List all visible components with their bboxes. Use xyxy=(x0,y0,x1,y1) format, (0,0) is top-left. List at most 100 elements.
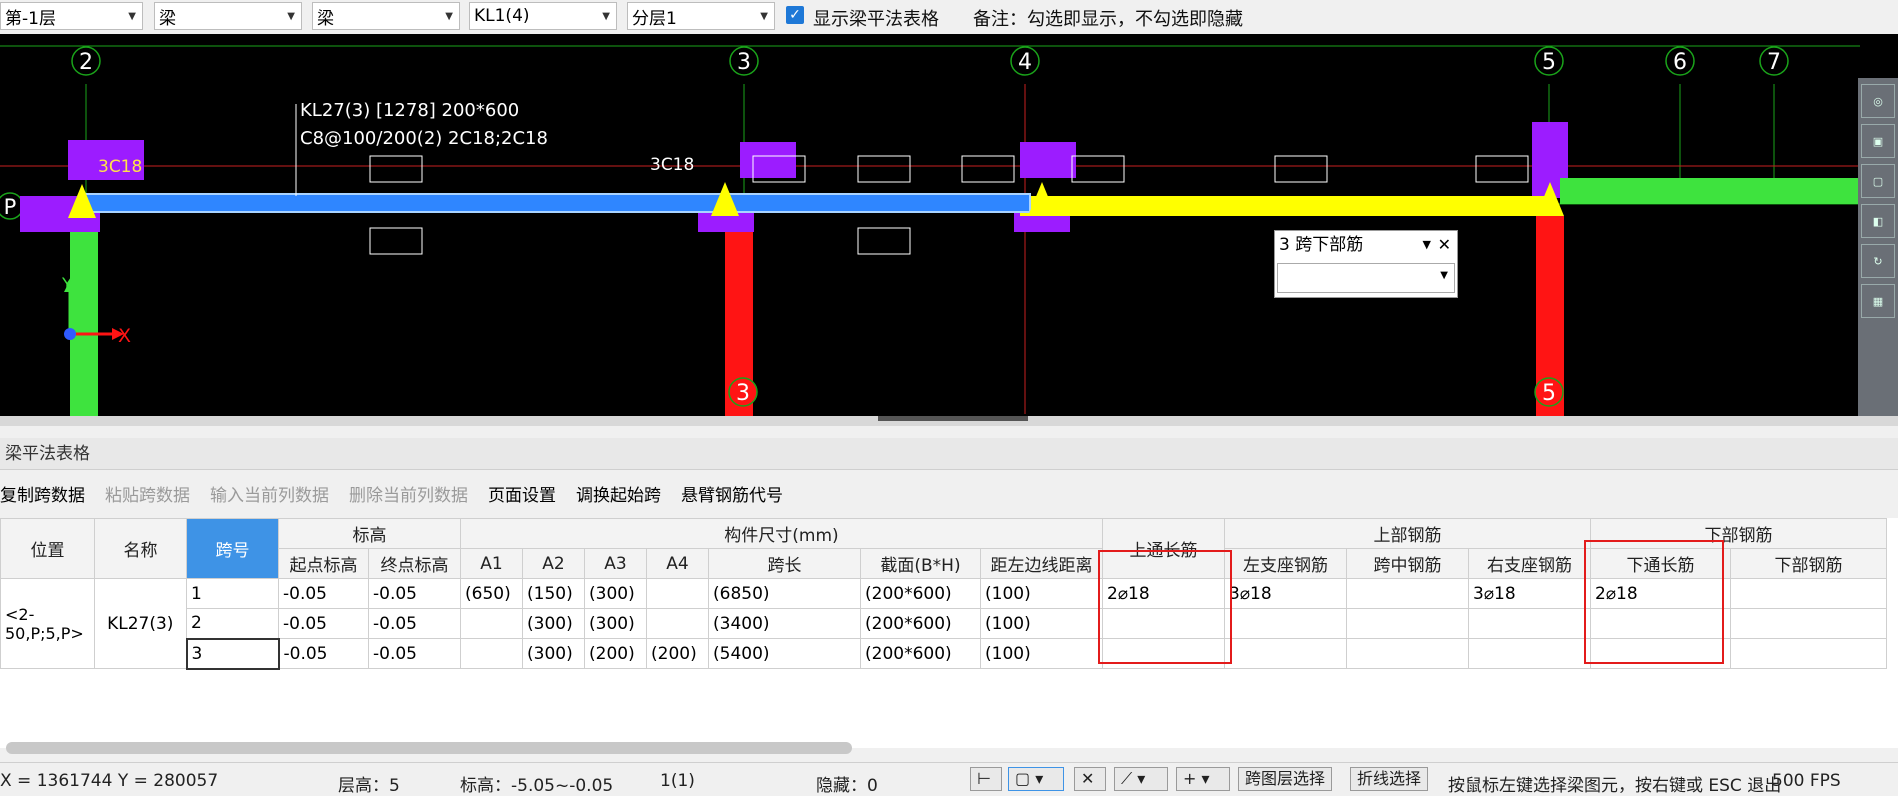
cube-icon[interactable]: ◧ xyxy=(1861,204,1895,238)
floor-select[interactable]: 第-1层 ▼ xyxy=(0,2,143,30)
cell-span[interactable]: 1 xyxy=(186,578,279,609)
box-view-icon[interactable]: ▢ xyxy=(1861,164,1895,198)
copy-span-button[interactable]: 复制跨数据 xyxy=(0,481,85,506)
cell-section[interactable]: (200*600) xyxy=(860,638,981,669)
cell-left-seat-rebar[interactable]: 3⌀18 xyxy=(1224,578,1347,609)
cell-a3[interactable]: (300) xyxy=(584,578,647,609)
cell-start-elevation[interactable]: -0.05 xyxy=(278,578,369,609)
col-a3[interactable]: A3 xyxy=(584,548,647,579)
input-column-button[interactable]: 输入当前列数据 xyxy=(210,481,329,506)
cell-bottom-rebar[interactable] xyxy=(1730,608,1887,639)
cell-mid-rebar[interactable] xyxy=(1346,608,1469,639)
canvas-input-box[interactable] xyxy=(1071,155,1125,183)
col-a1[interactable]: A1 xyxy=(460,548,523,579)
col-start-elevation[interactable]: 起点标高 xyxy=(278,548,369,579)
chevron-down-icon[interactable]: ▼ xyxy=(1440,270,1448,281)
select-mode-icon[interactable]: ▢ ▾ xyxy=(1008,767,1064,791)
cell-a1[interactable] xyxy=(460,638,523,669)
splitter-handle[interactable] xyxy=(0,416,1898,426)
popup-input[interactable]: ▼ xyxy=(1277,263,1455,293)
cell-mid-rebar[interactable] xyxy=(1346,638,1469,669)
column-purple[interactable] xyxy=(1020,142,1076,178)
cell-position[interactable]: <2-50,P;5,P> xyxy=(0,578,95,669)
show-table-checkbox[interactable]: ✓ xyxy=(786,6,804,24)
close-icon[interactable]: ✕ xyxy=(1438,231,1451,259)
canvas-input-box[interactable] xyxy=(1475,155,1529,183)
orbit-icon[interactable]: ◎ xyxy=(1861,84,1895,118)
snap-icon[interactable]: ⊢ xyxy=(970,767,1002,791)
cell-left-edge-distance[interactable]: (100) xyxy=(980,578,1103,609)
column-purple[interactable] xyxy=(740,142,796,178)
canvas-input-box[interactable] xyxy=(961,155,1015,183)
cell-end-elevation[interactable]: -0.05 xyxy=(368,608,461,639)
cell-a4[interactable] xyxy=(646,608,709,639)
canvas-input-box[interactable] xyxy=(857,155,911,183)
layer-select[interactable]: 分层1 ▼ xyxy=(627,2,775,30)
canvas-input-box[interactable] xyxy=(857,227,911,255)
column-green[interactable] xyxy=(70,230,98,416)
cell-span[interactable]: 2 xyxy=(186,608,279,639)
canvas-input-box[interactable] xyxy=(1274,155,1328,183)
col-left-edge-distance[interactable]: 距左边线距离 xyxy=(980,548,1103,579)
cell-a2[interactable]: (300) xyxy=(522,638,585,669)
cell-left-edge-distance[interactable]: (100) xyxy=(980,638,1103,669)
col-right-seat-rebar[interactable]: 右支座钢筋 xyxy=(1468,548,1591,579)
cell-left-seat-rebar[interactable] xyxy=(1224,638,1347,669)
cell-span-length[interactable]: (5400) xyxy=(708,638,861,669)
cell-start-elevation[interactable]: -0.05 xyxy=(278,608,369,639)
cell-bottom-rebar[interactable] xyxy=(1730,638,1887,669)
cell-right-seat-rebar[interactable]: 3⌀18 xyxy=(1468,578,1591,609)
beam-green[interactable] xyxy=(1560,178,1860,204)
beam-yellow[interactable] xyxy=(1020,196,1548,216)
paste-span-button[interactable]: 粘贴跨数据 xyxy=(105,481,190,506)
cell-span-length[interactable]: (6850) xyxy=(708,578,861,609)
cell-span-length[interactable]: (3400) xyxy=(708,608,861,639)
delete-column-button[interactable]: 删除当前列数据 xyxy=(349,481,468,506)
3d-view-icon[interactable]: ▣ xyxy=(1861,124,1895,158)
line-tool-icon[interactable]: ⟋ ▾ xyxy=(1114,767,1168,791)
canvas-input-box[interactable] xyxy=(369,155,423,183)
cell-start-elevation[interactable]: -0.05 xyxy=(278,638,369,669)
col-span-length[interactable]: 跨长 xyxy=(708,548,861,579)
col-position[interactable]: 位置 xyxy=(0,518,95,579)
cell-section[interactable]: (200*600) xyxy=(860,608,981,639)
cell-a1[interactable] xyxy=(460,608,523,639)
beam-blue-selected[interactable] xyxy=(79,193,1031,213)
cell-left-seat-rebar[interactable] xyxy=(1224,608,1347,639)
cell-right-seat-rebar[interactable] xyxy=(1468,638,1591,669)
cell-right-seat-rebar[interactable] xyxy=(1468,608,1591,639)
plus-tool-icon[interactable]: + ▾ xyxy=(1176,767,1230,791)
cell-a3[interactable]: (300) xyxy=(584,608,647,639)
cantilever-code-button[interactable]: 悬臂钢筋代号 xyxy=(681,481,783,506)
cell-a2[interactable]: (300) xyxy=(522,608,585,639)
col-a2[interactable]: A2 xyxy=(522,548,585,579)
canvas-input-box[interactable] xyxy=(369,227,423,255)
col-mid-rebar[interactable]: 跨中钢筋 xyxy=(1346,548,1469,579)
component-select[interactable]: KL1(4) ▼ xyxy=(469,2,617,30)
cad-drawing[interactable]: 2 3 4 5 6 7 P KL27(3) [1278] 200*600 C8@… xyxy=(0,34,1898,416)
horizontal-scrollbar[interactable] xyxy=(6,742,852,754)
cell-span-active[interactable]: 3 xyxy=(185,637,280,670)
col-span[interactable]: 跨号 xyxy=(186,518,279,579)
col-section[interactable]: 截面(B*H) xyxy=(860,548,981,579)
col-bottom-rebar[interactable]: 下部钢筋 xyxy=(1730,548,1887,579)
cell-a1[interactable]: (650) xyxy=(460,578,523,609)
col-left-seat-rebar[interactable]: 左支座钢筋 xyxy=(1224,548,1347,579)
col-end-elevation[interactable]: 终点标高 xyxy=(368,548,461,579)
col-name[interactable]: 名称 xyxy=(94,518,187,579)
cell-mid-rebar[interactable] xyxy=(1346,578,1469,609)
page-setup-button[interactable]: 页面设置 xyxy=(488,481,556,506)
cell-a3[interactable]: (200) xyxy=(584,638,647,669)
cell-left-edge-distance[interactable]: (100) xyxy=(980,608,1103,639)
cell-a4[interactable] xyxy=(646,578,709,609)
swap-start-span-button[interactable]: 调换起始跨 xyxy=(576,481,661,506)
cross-layer-select-button[interactable]: 跨图层选择 xyxy=(1238,767,1333,791)
cell-end-elevation[interactable]: -0.05 xyxy=(368,638,461,669)
cell-name[interactable]: KL27(3) xyxy=(94,578,187,669)
category-select[interactable]: 梁 ▼ xyxy=(154,2,302,30)
cell-end-elevation[interactable]: -0.05 xyxy=(368,578,461,609)
polyline-select-button[interactable]: 折线选择 xyxy=(1350,767,1429,791)
type-select[interactable]: 梁 ▼ xyxy=(312,2,460,30)
drawing-canvas[interactable]: 2 3 4 5 6 7 P KL27(3) [1278] 200*600 C8@… xyxy=(0,34,1898,416)
splitter-grip[interactable] xyxy=(878,416,1028,421)
